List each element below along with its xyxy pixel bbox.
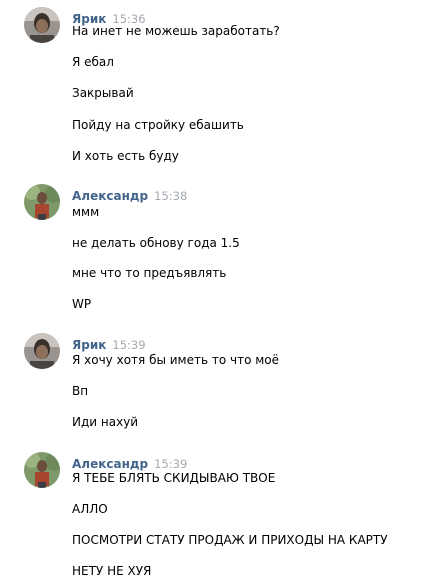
message-time[interactable]: 15:39 xyxy=(112,338,145,352)
message-text: Я хочу хотя бы иметь то что моё xyxy=(72,353,280,367)
author-name[interactable]: Ярик xyxy=(72,338,106,352)
author-name[interactable]: Александр xyxy=(72,457,148,471)
message-text: мне что то предъявлять xyxy=(72,266,227,280)
message-feed: Ярик 15:36 На инет не можешь заработать? … xyxy=(0,0,423,588)
message-text: Я ебал xyxy=(72,55,114,69)
message-text: И хоть есть буду xyxy=(72,149,179,163)
author-line: Ярик 15:39 xyxy=(72,338,146,353)
message-time[interactable]: 15:38 xyxy=(154,189,187,203)
message-text: Закрывай xyxy=(72,86,134,100)
message-text: ммм xyxy=(72,205,100,219)
message-text: ПОСМОТРИ СТАТУ ПРОДАЖ И ПРИХОДЫ НА КАРТУ xyxy=(72,533,388,547)
author-name[interactable]: Александр xyxy=(72,189,148,203)
message-text: WP xyxy=(72,297,92,311)
avatar[interactable] xyxy=(24,333,60,369)
message-text: АЛЛО xyxy=(72,502,108,516)
author-line: Александр 15:39 xyxy=(72,457,187,472)
message-text: Я ТЕБЕ БЛЯТЬ СКИДЫВАЮ ТВОЕ xyxy=(72,471,276,485)
avatar[interactable] xyxy=(24,7,60,43)
message-time[interactable]: 15:39 xyxy=(154,457,187,471)
message-text: не делать обнову года 1.5 xyxy=(72,236,240,250)
message-text: На инет не можешь заработать? xyxy=(72,24,280,38)
message-text: НЕТУ НЕ ХУЯ xyxy=(72,564,152,578)
avatar[interactable] xyxy=(24,184,60,220)
message-text: Иди нахуй xyxy=(72,415,139,429)
author-line: Александр 15:38 xyxy=(72,189,187,204)
avatar[interactable] xyxy=(24,452,60,488)
message-text: Вп xyxy=(72,384,89,398)
message-text: Пойду на стройку ебашить xyxy=(72,118,244,132)
